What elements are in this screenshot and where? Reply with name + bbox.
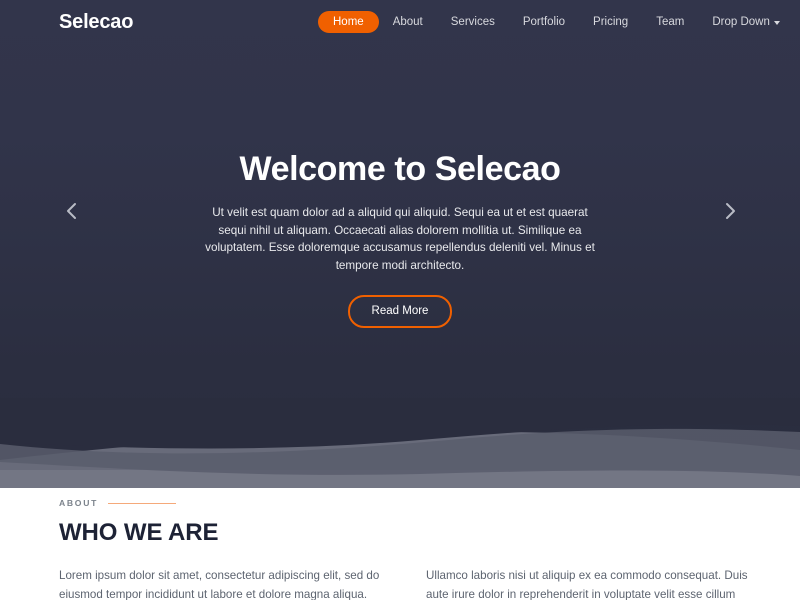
nav-item-portfolio[interactable]: Portfolio: [509, 11, 579, 33]
about-column-right: Ullamco laboris nisi ut aliquip ex ea co…: [426, 569, 748, 600]
nav-label-team: Team: [656, 16, 685, 28]
about-inner: ABOUT WHO WE ARE Lorem ipsum dolor sit a…: [59, 498, 749, 600]
about-eyebrow-row: ABOUT: [59, 498, 749, 509]
wave-divider: [0, 398, 800, 488]
nav-item-home[interactable]: Home: [318, 11, 379, 33]
nav-label-about: About: [392, 16, 423, 28]
wave-shapes: [0, 398, 800, 488]
about-title: WHO WE ARE: [59, 519, 219, 546]
eyebrow-divider-line: [108, 502, 177, 505]
carousel-prev-button[interactable]: [60, 199, 84, 223]
carousel-next-button[interactable]: [718, 199, 742, 223]
site-header: Selecao Home About Services Portfolio Pr…: [0, 0, 800, 44]
nav-item-services[interactable]: Services: [437, 11, 509, 33]
nav-label-pricing: Pricing: [593, 16, 629, 28]
chevron-left-icon: [67, 203, 76, 219]
about-columns: Lorem ipsum dolor sit amet, consectetur …: [59, 566, 749, 600]
nav-label-home: Home: [333, 16, 364, 28]
nav-item-team[interactable]: Team: [642, 11, 698, 33]
nav-item-about[interactable]: About: [379, 11, 437, 33]
chevron-down-icon: [773, 21, 780, 25]
chevron-right-icon: [726, 203, 735, 219]
hero-content: Welcome to Selecao Ut velit est quam dol…: [0, 148, 800, 328]
about-column-left: Lorem ipsum dolor sit amet, consectetur …: [59, 569, 380, 600]
site-logo[interactable]: Selecao: [59, 10, 133, 34]
read-more-button[interactable]: Read More: [347, 295, 453, 328]
nav-item-contact[interactable]: Contact: [794, 11, 800, 33]
hero-title: Welcome to Selecao: [239, 150, 561, 188]
about-section: ABOUT WHO WE ARE Lorem ipsum dolor sit a…: [0, 470, 800, 600]
main-navigation: Home About Services Portfolio Pricing Te…: [318, 11, 800, 33]
nav-label-services: Services: [450, 16, 495, 28]
nav-item-pricing[interactable]: Pricing: [579, 11, 642, 33]
nav-label-drop-down: Drop Down: [712, 16, 770, 28]
landing-page: Selecao Home About Services Portfolio Pr…: [0, 0, 800, 600]
nav-item-drop-down[interactable]: Drop Down: [698, 11, 794, 33]
hero-subtitle: Ut velit est quam dolor ad a aliquid qui…: [205, 206, 595, 272]
nav-label-portfolio: Portfolio: [522, 16, 566, 28]
about-eyebrow: ABOUT: [59, 498, 99, 508]
